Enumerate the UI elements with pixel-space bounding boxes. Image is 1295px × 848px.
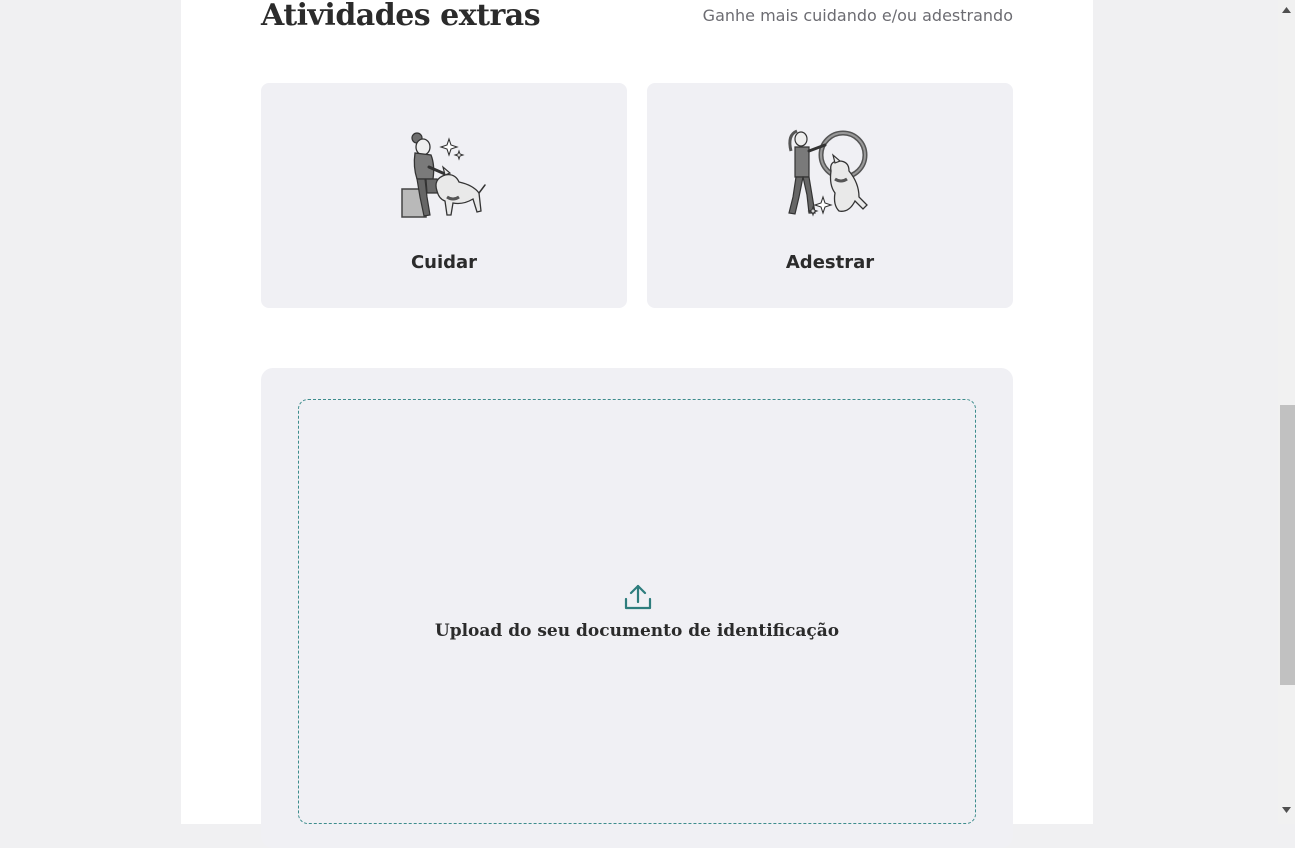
section-subtitle: Ganhe mais cuidando e/ou adestrando (702, 6, 1013, 25)
activity-label-cuidar: Cuidar (410, 252, 478, 273)
vertical-scrollbar[interactable] (1278, 0, 1295, 824)
dog-training-illustration-icon (788, 129, 868, 217)
section-title: Atividades extras (261, 0, 541, 33)
upload-icon (624, 584, 652, 610)
scrollbar-thumb[interactable] (1280, 405, 1295, 685)
document-upload-dropzone[interactable]: Upload do seu documento de identificação (298, 399, 976, 824)
upload-label: Upload do seu documento de identificação (434, 621, 840, 641)
activity-card-cuidar[interactable]: Cuidar (261, 83, 627, 308)
upload-panel: Upload do seu documento de identificação (261, 368, 1013, 848)
scroll-down-arrow-icon[interactable] (1281, 806, 1292, 814)
pet-sitting-illustration-icon (401, 132, 486, 218)
activity-card-adestrar[interactable]: Adestrar (647, 83, 1013, 308)
scroll-up-arrow-icon[interactable] (1281, 6, 1292, 14)
activity-label-adestrar: Adestrar (785, 252, 875, 273)
main-content: Atividades extras Ganhe mais cuidando e/… (181, 0, 1093, 848)
